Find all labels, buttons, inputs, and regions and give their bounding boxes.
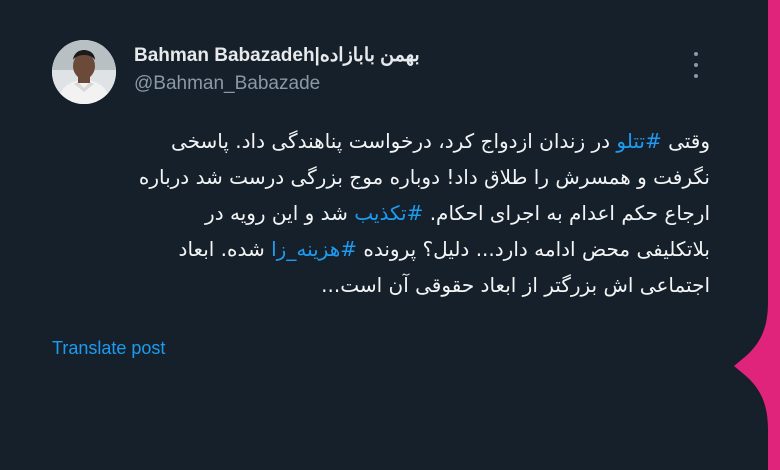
translate-post-link[interactable]: Translate post <box>52 338 165 359</box>
tweet-card: Bahman Babazadeh|بهمن بابازاده @Bahman_B… <box>0 0 780 470</box>
tweet-text-segment: ارجاع حکم اعدام به اجرای احکام. <box>423 201 710 225</box>
author-name[interactable]: Bahman Babazadeh|بهمن بابازاده <box>134 44 420 67</box>
hashtag-link[interactable]: #تکذیب <box>354 201 423 225</box>
more-options-icon[interactable] <box>686 52 706 78</box>
tweet-text-segment: بلاتکلیفی محض ادامه دارد... دلیل؟ پرونده <box>357 237 710 261</box>
tweet-line: نگرفت و همسرش را طلاق داد! دوباره موج بز… <box>44 159 710 195</box>
tweet-text-segment: وقتی <box>661 129 710 153</box>
tweet-line: اجتماعی اش بزرگتر از ابعاد حقوقی آن است.… <box>44 267 710 303</box>
tweet-line: وقتی #تتلو در زندان ازدواج کرد، درخواست … <box>44 123 710 159</box>
author-handle[interactable]: @Bahman_Babazade <box>134 73 320 95</box>
hashtag-link[interactable]: #هزینه_زا <box>271 237 357 261</box>
tweet-text-segment: در زندان ازدواج کرد، درخواست پناهندگی دا… <box>170 129 617 153</box>
dot <box>694 63 698 67</box>
avatar-photo <box>52 40 116 104</box>
tweet-text-segment: نگرفت و همسرش را طلاق داد! دوباره موج بز… <box>138 165 710 189</box>
hashtag-link[interactable]: #تتلو <box>616 129 661 153</box>
dot <box>694 74 698 78</box>
pink-accent-shape <box>734 0 780 470</box>
tweet-text-segment: اجتماعی اش بزرگتر از ابعاد حقوقی آن است.… <box>321 273 710 297</box>
tweet-line: ارجاع حکم اعدام به اجرای احکام. #تکذیب ش… <box>44 195 710 231</box>
dot <box>694 52 698 56</box>
tweet-line: بلاتکلیفی محض ادامه دارد... دلیل؟ پرونده… <box>44 231 710 267</box>
author-avatar[interactable] <box>52 40 116 104</box>
tweet-text-segment: شد و این رویه در <box>205 201 355 225</box>
tweet-text: وقتی #تتلو در زندان ازدواج کرد، درخواست … <box>44 123 710 303</box>
tweet-text-segment: شده. ابعاد <box>178 237 272 261</box>
